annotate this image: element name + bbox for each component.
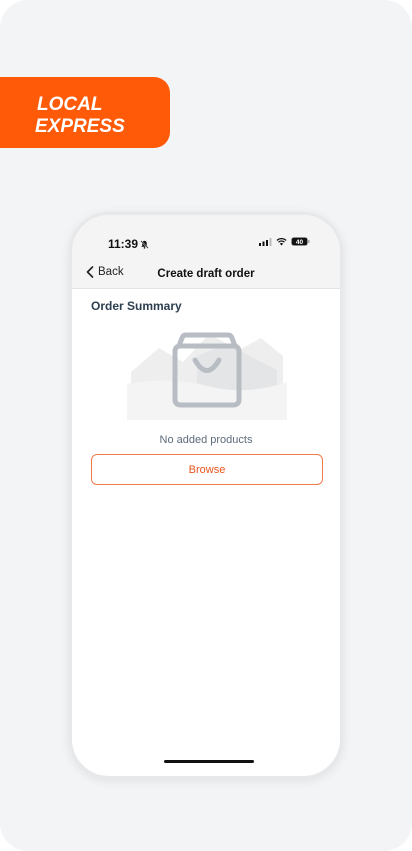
browse-button-label: Browse: [188, 463, 226, 476]
status-bar: 11:39 40: [72, 215, 340, 265]
navigation-bar: Back Create draft order: [72, 265, 340, 289]
empty-cart-illustration: [127, 320, 287, 420]
brand-logo-badge: LOCAL EXPRESS: [0, 77, 170, 148]
background-card: LOCAL EXPRESS 11:39 40 Back Create draft…: [0, 0, 412, 851]
svg-text:40: 40: [296, 239, 304, 246]
status-time: 11:39: [108, 237, 139, 251]
order-summary-title: Order Summary: [91, 299, 182, 313]
svg-text:EXPRESS: EXPRESS: [35, 116, 125, 134]
browse-button[interactable]: Browse: [91, 454, 323, 485]
bell-slash-icon: [140, 239, 149, 249]
phone-frame: 11:39 40 Back Create draft order Order S…: [69, 212, 343, 779]
empty-state-text: No added products: [159, 434, 253, 446]
battery-icon: 40: [291, 237, 310, 246]
home-indicator: [164, 760, 254, 763]
page-title: Create draft order: [157, 268, 255, 280]
local-express-logo: LOCAL EXPRESS: [35, 94, 125, 134]
wifi-icon: [276, 237, 287, 246]
svg-text:LOCAL: LOCAL: [37, 94, 102, 115]
signal-icon: [259, 237, 272, 246]
